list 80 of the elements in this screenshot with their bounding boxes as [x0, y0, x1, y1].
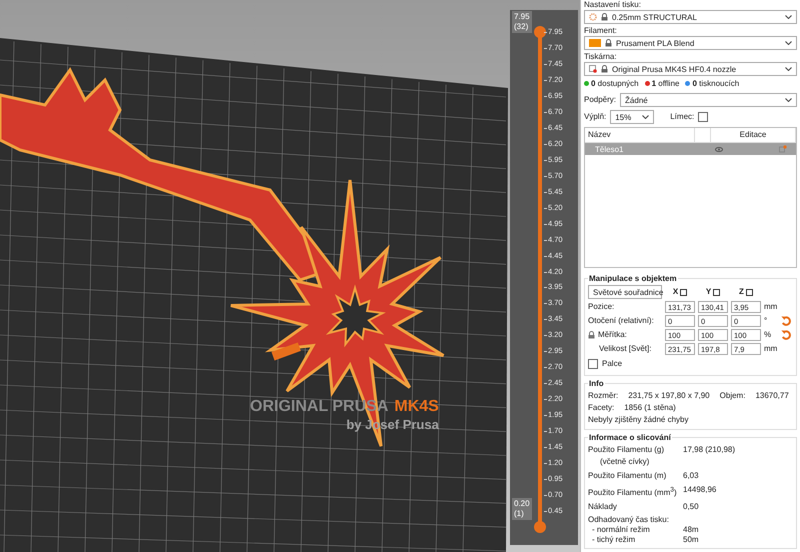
- field-label: Měřítka:: [598, 330, 627, 340]
- lower-layer-handle[interactable]: [534, 521, 546, 533]
- upper-layer-value: 7.95: [514, 12, 530, 22]
- lock-icon: [601, 65, 608, 73]
- inches-checkbox[interactable]: [588, 359, 598, 370]
- upper-layer-handle[interactable]: [534, 26, 546, 38]
- object-name: Těleso1: [594, 144, 624, 154]
- printer-icon: [589, 65, 597, 73]
- axis-label: Z: [739, 287, 744, 298]
- infill-label: Výplň:: [584, 112, 606, 122]
- info-label: - tichý režim: [591, 535, 636, 545]
- print-settings-dropdown[interactable]: 0.25mm STRUCTURAL: [584, 10, 797, 24]
- unit-label: mm: [764, 344, 778, 354]
- section-title: Manipulace s objektem: [588, 274, 678, 284]
- brim-label: Límec:: [670, 112, 694, 122]
- axis-label: Y: [706, 287, 712, 298]
- caret-icon: [642, 115, 650, 119]
- info-value: 13670,77: [755, 390, 789, 402]
- info-label: Facety:: [588, 402, 614, 414]
- info-sublabel: (včetně cívky): [599, 456, 650, 468]
- printer-status-text: 1 offline: [652, 79, 680, 88]
- info-status-text: Nebyly zjištěny žádné chyby: [588, 414, 688, 426]
- lock-icon: [588, 331, 595, 340]
- info-label: Rozměr:: [588, 390, 618, 402]
- filament-label: Filament:: [584, 26, 618, 36]
- printer-label: Tiskárna:: [584, 52, 618, 62]
- coordinate-system-dropdown[interactable]: Světové souřadnice: [588, 285, 662, 300]
- info-label: Odhadovaný čas tisku:: [588, 515, 669, 524]
- supports-label: Podpěry:: [584, 95, 616, 105]
- info-value: 6,03: [683, 470, 700, 482]
- lock-icon: [605, 39, 612, 47]
- printer-dropdown[interactable]: Original Prusa MK4S HF0.4 nozzle: [584, 62, 797, 76]
- brim-checkbox[interactable]: [698, 112, 708, 122]
- info-label: - normální režim: [591, 525, 651, 535]
- info-label: Použito Filamentu (m): [588, 471, 666, 480]
- caret-icon: [785, 15, 792, 19]
- info-label: Použito Filamentu (mm$^{3}$): [588, 488, 677, 497]
- info-value: 0,50: [683, 501, 700, 513]
- info-value: 50m: [683, 535, 700, 545]
- section-title: Info: [588, 379, 605, 388]
- eye-icon[interactable]: [715, 146, 723, 152]
- caret-icon: [785, 41, 792, 45]
- unit-label: mm: [764, 302, 778, 312]
- axis-icon: [746, 288, 753, 296]
- supports-dropdown[interactable]: Žádné: [620, 93, 797, 107]
- unit-label: °: [764, 316, 768, 326]
- gear-icon: [589, 13, 597, 21]
- axis-icon: [713, 288, 720, 296]
- info-value: 1856 (1 stěna): [624, 402, 676, 414]
- info-label: Náklady: [588, 502, 617, 511]
- reset-icon[interactable]: [781, 316, 791, 326]
- inches-label: Palce: [602, 359, 622, 370]
- axis-icon: [680, 288, 688, 296]
- caret-icon: [785, 98, 792, 102]
- section-title: Informace o slicování: [588, 433, 672, 442]
- field-label: Pozice:: [588, 302, 614, 312]
- print-settings-label: Nastavení tisku:: [584, 0, 642, 10]
- column-header: Editace: [711, 128, 796, 142]
- lower-layer-number: (1): [514, 509, 525, 519]
- unit-label: %: [764, 330, 772, 340]
- info-value: 231,75 x 197,80 x 7,90: [628, 390, 710, 402]
- upper-layer-number: (32): [514, 22, 530, 32]
- filament-dropdown[interactable]: Prusament PLA Blend: [584, 36, 797, 50]
- info-value: 17,98 (210,98): [683, 444, 736, 456]
- field-label: Otočení (relativní):: [588, 316, 654, 326]
- infill-dropdown[interactable]: 15%: [610, 110, 654, 124]
- column-header: Název: [585, 128, 695, 142]
- info-label: Objem:: [720, 390, 746, 402]
- printer-status-text: 0 tisknoucích: [692, 79, 740, 88]
- lower-layer-value: 0.20: [514, 499, 530, 509]
- caret-icon: [785, 67, 792, 71]
- lock-icon: [601, 13, 608, 21]
- info-value: 14498,96: [683, 484, 718, 496]
- info-value: 48m: [683, 525, 700, 535]
- printer-status-text: 0 dostupných: [591, 79, 639, 88]
- info-label: Použito Filamentu (g): [588, 445, 664, 454]
- axis-label: X: [672, 287, 678, 298]
- bed-model-text: MK4S: [394, 398, 439, 416]
- field-label: Velikost [Svět]:: [599, 344, 652, 354]
- reset-icon[interactable]: [781, 330, 791, 340]
